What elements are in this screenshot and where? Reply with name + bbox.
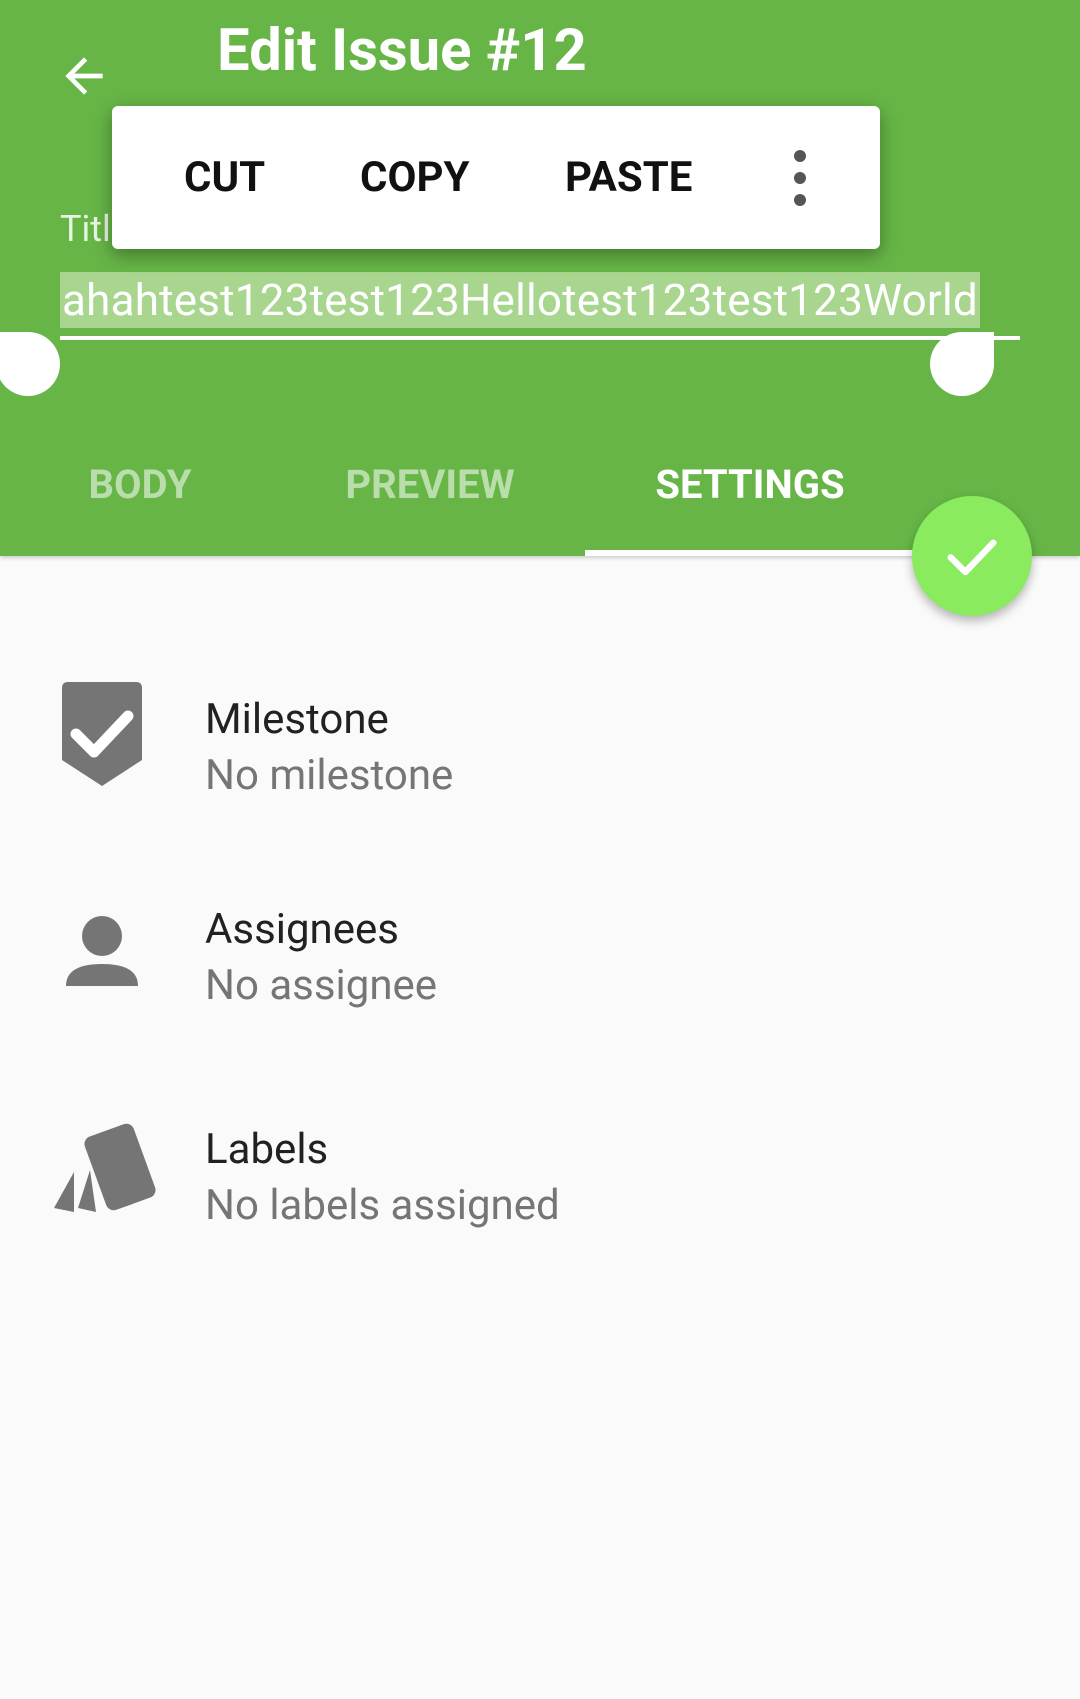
selection-handle-start[interactable] — [0, 332, 60, 396]
milestone-value: No milestone — [205, 751, 454, 800]
tab-body[interactable]: BODY — [40, 440, 240, 530]
assignees-label: Assignees — [205, 905, 399, 954]
page-subtitle — [217, 96, 487, 106]
title-field-label: Titl — [60, 208, 111, 250]
title-input[interactable]: ahahtest123test123Hellotest123test123Wor… — [60, 272, 1020, 342]
milestone-label: Milestone — [205, 695, 389, 744]
selection-handle-end[interactable] — [930, 332, 994, 396]
cut-button[interactable]: CUT — [184, 148, 265, 208]
milestone-row[interactable]: Milestone No milestone — [0, 680, 1080, 840]
copy-button[interactable]: COPY — [360, 148, 470, 208]
text-selection-toolbar: CUT COPY PASTE — [112, 106, 880, 249]
page-title: Edit Issue #12 — [217, 17, 587, 85]
milestone-icon — [62, 682, 142, 786]
person-icon — [66, 916, 138, 986]
labels-value: No labels assigned — [205, 1181, 560, 1230]
input-underline — [60, 336, 1020, 340]
app-bar: Edit Issue #12 Titl ahahtest123test123He… — [0, 0, 1080, 556]
selected-title-text[interactable]: ahahtest123test123Hellotest123test123Wor… — [60, 272, 980, 328]
arrow-back-icon — [65, 57, 103, 95]
tab-settings[interactable]: SETTINGS — [585, 440, 915, 530]
label-tags-icon — [54, 1123, 156, 1212]
save-fab-button[interactable] — [912, 496, 1032, 616]
labels-row[interactable]: Labels No labels assigned — [0, 1110, 1080, 1270]
check-icon — [947, 539, 997, 576]
tab-preview[interactable]: PREVIEW — [300, 440, 560, 530]
tab-indicator — [585, 550, 915, 556]
labels-label: Labels — [205, 1125, 329, 1174]
more-options-icon[interactable] — [780, 150, 820, 206]
assignees-value: No assignee — [205, 961, 438, 1010]
back-button[interactable] — [44, 36, 124, 116]
paste-button[interactable]: PASTE — [565, 148, 692, 208]
assignees-row[interactable]: Assignees No assignee — [0, 890, 1080, 1050]
